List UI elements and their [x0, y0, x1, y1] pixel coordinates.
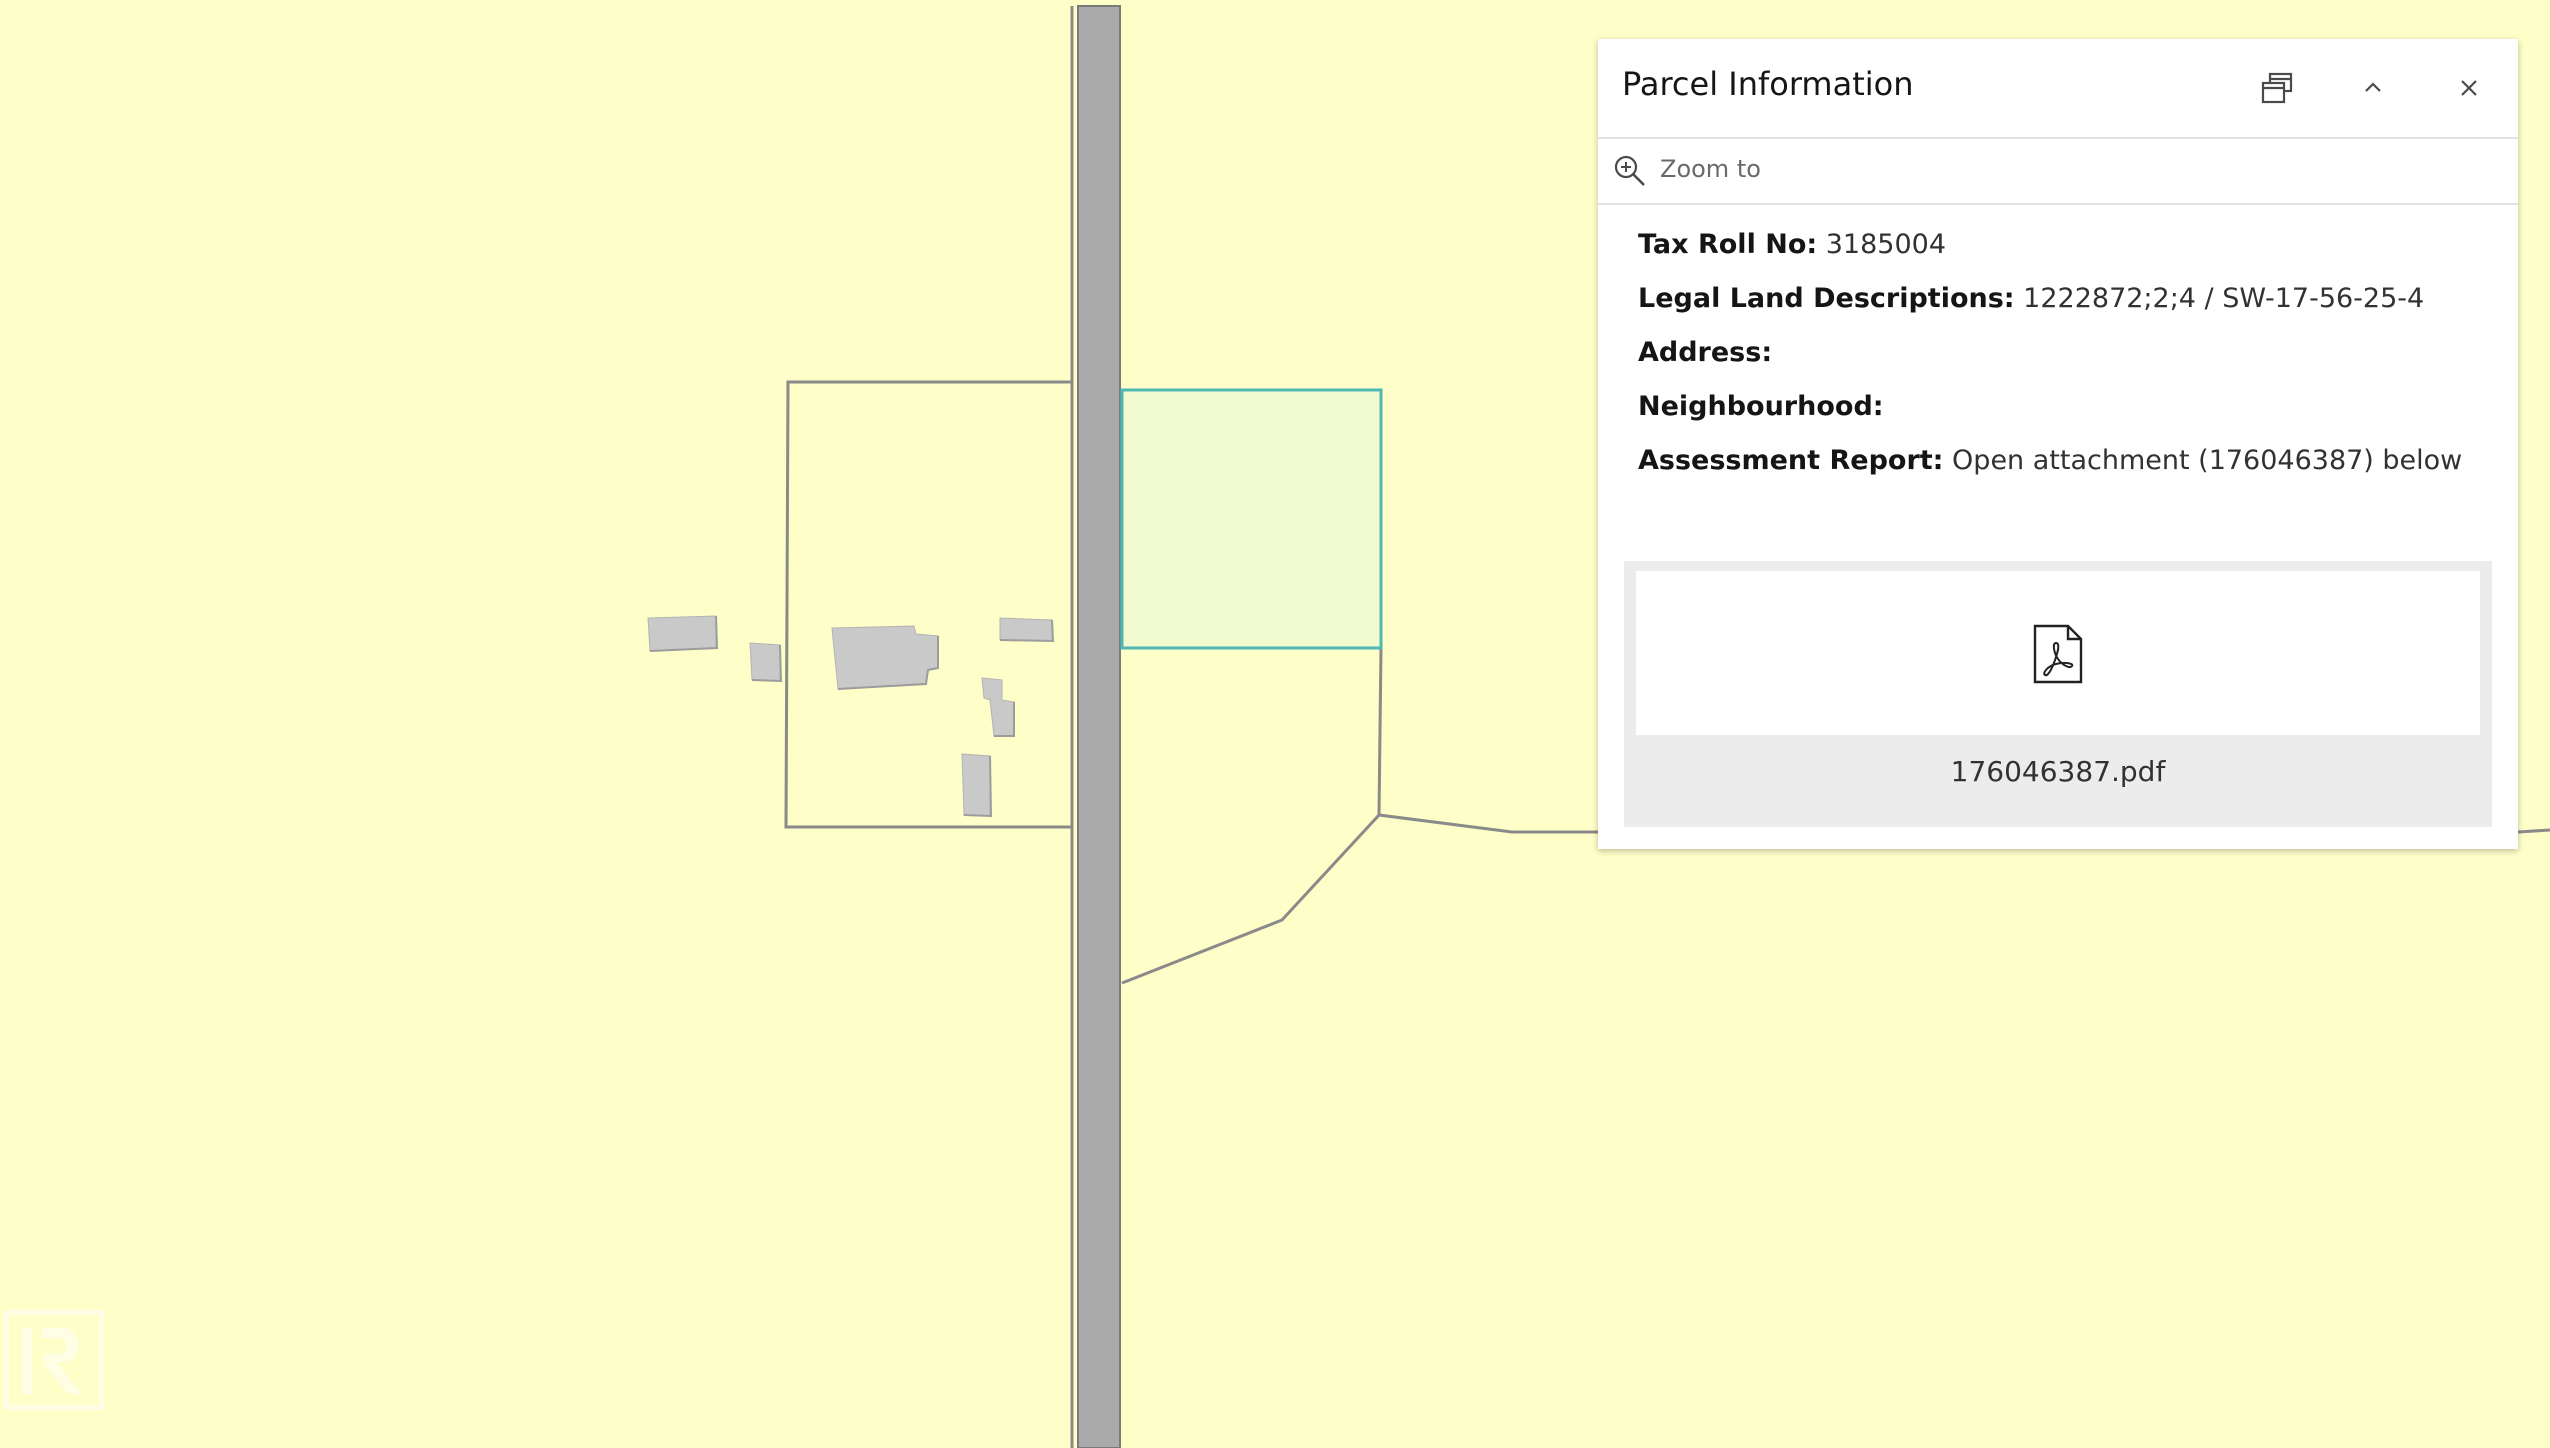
- attribute-neighbourhood: Neighbourhood:: [1638, 391, 2498, 445]
- road: [1077, 5, 1121, 1448]
- attribute-value: 3185004: [1817, 229, 1947, 260]
- building[interactable]: [961, 753, 991, 817]
- collapse-button[interactable]: [2348, 63, 2398, 113]
- building[interactable]: [999, 617, 1053, 642]
- brand-logo-watermark: [4, 1310, 104, 1410]
- attachment-card[interactable]: 176046387.pdf: [1624, 561, 2492, 827]
- popup-header: Parcel Information: [1598, 39, 2518, 139]
- building[interactable]: [831, 625, 939, 690]
- attachment-thumbnail[interactable]: [1636, 571, 2480, 735]
- attribute-key: Tax Roll No:: [1638, 229, 1818, 260]
- dock-icon: [2261, 72, 2293, 104]
- attribute-value: 1222872;2;4 / SW-17-56-25-4: [2014, 283, 2425, 314]
- close-button[interactable]: [2444, 63, 2494, 113]
- building[interactable]: [647, 615, 717, 652]
- map-view[interactable]: Parcel Information Zoom to Tax Roll No: …: [0, 0, 2550, 1448]
- zoom-in-icon: [1614, 155, 1645, 186]
- parcel-boundary-east-far[interactable]: [2517, 828, 2550, 834]
- chevron-up-icon: [2365, 82, 2381, 92]
- attachment-filename[interactable]: 176046387.pdf: [1624, 755, 2492, 788]
- attribute-tax-roll: Tax Roll No: 3185004: [1638, 229, 2498, 283]
- building[interactable]: [749, 642, 781, 682]
- attribute-assessment-report: Assessment Report: Open attachment (1760…: [1638, 445, 2498, 499]
- close-icon: [2461, 80, 2477, 96]
- attribute-key: Address:: [1638, 337, 1773, 368]
- selected-parcel[interactable]: [1120, 388, 1383, 650]
- popup-title: Parcel Information: [1622, 65, 1914, 103]
- zoom-to-button[interactable]: Zoom to: [1598, 139, 2518, 205]
- attribute-key: Assessment Report:: [1638, 445, 1944, 476]
- attribute-value: Open attachment (176046387) below: [1943, 445, 2463, 476]
- attribute-key: Neighbourhood:: [1638, 391, 1884, 422]
- attribute-address: Address:: [1638, 337, 2498, 391]
- zoom-to-label: Zoom to: [1660, 155, 1761, 183]
- pdf-icon: [2033, 624, 2083, 684]
- parcel-info-popup: Parcel Information Zoom to Tax Roll No: …: [1598, 39, 2518, 849]
- attribute-legal-land: Legal Land Descriptions: 1222872;2;4 / S…: [1638, 283, 2498, 337]
- attribute-list: Tax Roll No: 3185004 Legal Land Descript…: [1638, 229, 2498, 499]
- dock-button[interactable]: [2252, 63, 2302, 113]
- attribute-key: Legal Land Descriptions:: [1638, 283, 2015, 314]
